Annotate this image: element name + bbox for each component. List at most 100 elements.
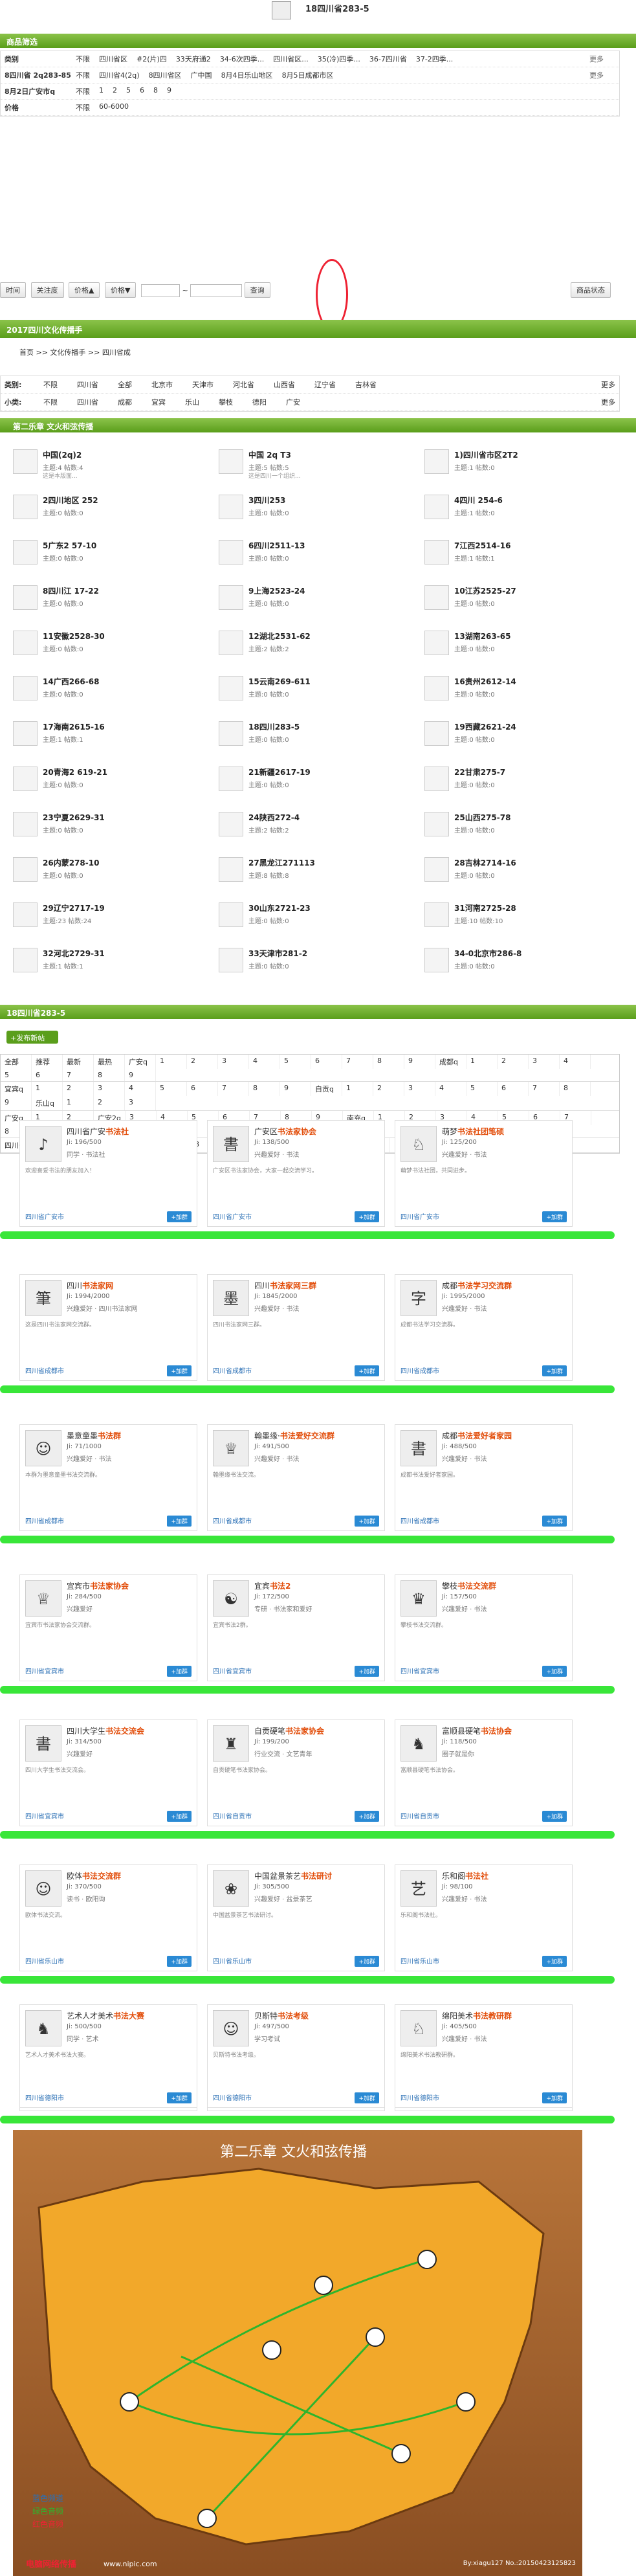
group-card[interactable]: ♞ 艺术人才美术书法大赛 Ji: 500/500 同学 · 艺术 艺术人才美术书法大赛。… <box>19 2004 197 2108</box>
sort-attention-button[interactable]: 关注度 <box>30 282 64 298</box>
subfilter-option[interactable]: 河北省 <box>233 379 254 390</box>
subfilter-option[interactable]: 全部 <box>118 379 132 390</box>
group-card[interactable]: 字成都书法学习交流群 Ji: 1995/2000 兴趣爱好 · 书法 成都书法学习交流… <box>395 1274 573 1381</box>
group-location[interactable]: 四川省乐山市 <box>213 1956 252 1966</box>
forum-cell[interactable]: 27黑龙江271113 主题:8 帖数:8 <box>219 855 419 888</box>
location-cell[interactable]: 3 <box>218 1055 249 1069</box>
subfilter-option[interactable]: 不限 <box>43 379 58 390</box>
forum-cell[interactable]: 11安徽2528-30 主题:0 帖数:0 <box>13 628 214 662</box>
forum-name[interactable]: 11安徽2528-30 <box>43 631 105 642</box>
join-group-button[interactable]: +加群 <box>542 1666 567 1677</box>
forum-cell[interactable]: 12湖北2531-62 主题:2 帖数:2 <box>219 628 419 662</box>
group-location[interactable]: 四川省成都市 <box>213 1365 252 1375</box>
filter-option[interactable]: 8月4日乐山地区 <box>221 70 273 80</box>
forum-cell[interactable]: 26内蒙278-10 主题:0 帖数:0 <box>13 855 214 888</box>
location-cell[interactable]: 6 <box>311 1055 342 1069</box>
subfilter-option[interactable]: 乐山 <box>185 397 199 407</box>
forum-name[interactable]: 19西藏2621-24 <box>454 721 516 732</box>
filter-option[interactable]: 四川省4(2q) <box>99 70 140 80</box>
filter-option[interactable]: 6 <box>140 86 144 96</box>
forum-name[interactable]: 24陕西272-4 <box>248 812 300 823</box>
filter-option[interactable]: 37-2四季... <box>416 54 453 64</box>
location-cell[interactable]: 最新 <box>63 1055 94 1069</box>
forum-name[interactable]: 33天津市281-2 <box>248 948 307 959</box>
location-cell[interactable]: 3 <box>529 1055 560 1069</box>
location-cell[interactable]: 8 <box>94 1069 125 1081</box>
group-title[interactable]: 四川书法家网 <box>67 1280 113 1291</box>
forum-cell[interactable]: 14广西266-68 主题:0 帖数:0 <box>13 673 214 707</box>
join-group-button[interactable]: +加群 <box>167 1211 192 1222</box>
group-location[interactable]: 四川省成都市 <box>400 1516 439 1525</box>
join-group-button[interactable]: +加群 <box>167 1666 192 1677</box>
price-desc-button[interactable]: 价格▼ <box>104 282 137 298</box>
group-title[interactable]: 中国盆景茶艺书法研讨 <box>254 1870 332 1881</box>
subfilter-option[interactable]: 成都 <box>118 397 132 407</box>
group-card[interactable]: ♘ 萌梦书法社团笔硕 Ji: 125/200 兴趣爱好 · 书法 萌梦书法社团，共同进步… <box>395 1120 573 1227</box>
price-max-input[interactable] <box>190 284 243 297</box>
group-location[interactable]: 四川省宜宾市 <box>213 1666 252 1675</box>
forum-cell[interactable]: 20青海2 619-21 主题:0 帖数:0 <box>13 764 214 798</box>
filter-option[interactable]: 8月5日成都市区 <box>282 70 334 80</box>
location-cell[interactable]: 4 <box>560 1055 591 1069</box>
group-card[interactable]: 書成都书法爱好者家园 Ji: 488/500 兴趣爱好 · 书法 成都书法爱好者家园。… <box>395 1424 573 1531</box>
group-card[interactable]: ☯ 宜宾书法2 Ji: 172/500 专研 · 书法家和爱好 宜宾书法2群。 四川省宜宾… <box>207 1574 385 1681</box>
subfilter-option[interactable]: 四川省 <box>77 379 98 390</box>
group-card[interactable]: ♜ 自贡硬笔书法家协会 Ji: 199/200 行业交流 · 文艺青年 自贡硬笔书法家协… <box>207 1719 385 1826</box>
subfilter-option[interactable]: 四川省 <box>77 397 98 407</box>
forum-cell[interactable]: 9上海2523-24 主题:0 帖数:0 <box>219 583 419 616</box>
forum-cell[interactable]: 5广东2 57-10 主题:0 帖数:0 <box>13 537 214 571</box>
group-card[interactable]: 書广安区书法家协会 Ji: 138/500 兴趣爱好 · 书法 广安区书法家协会，大家… <box>207 1120 385 1227</box>
filter-option[interactable]: 广中国 <box>191 70 212 80</box>
group-title[interactable]: 绵阳美术书法教研群 <box>442 2010 512 2021</box>
forum-name[interactable]: 18四川283-5 <box>248 721 300 732</box>
location-cell[interactable]: 自贡q <box>311 1082 342 1096</box>
group-location[interactable]: 四川省广安市 <box>213 1211 252 1221</box>
status-select[interactable]: 商品状态 <box>571 282 611 298</box>
filter-option[interactable]: 34-6次四季... <box>220 54 264 64</box>
filter-option[interactable]: 33天府通2 <box>176 54 211 64</box>
group-title[interactable]: 成都书法爱好者家园 <box>442 1430 512 1441</box>
subfilter-more-link[interactable]: 更多 <box>601 379 615 390</box>
subfilter-option[interactable]: 广安 <box>286 397 300 407</box>
forum-name[interactable]: 10江苏2525-27 <box>454 585 516 596</box>
location-cell[interactable]: 3 <box>125 1096 156 1110</box>
group-location[interactable]: 四川省宜宾市 <box>25 1811 64 1820</box>
group-card[interactable]: ♞ 富顺县硬笔书法协会 Ji: 118/500 圈子就是你 富顺县硬笔书法协会。 四川省自… <box>395 1719 573 1826</box>
forum-cell[interactable]: 31河南2725-28 主题:10 帖数:10 <box>424 900 625 934</box>
price-asc-button[interactable]: 价格▲ <box>69 282 100 298</box>
forum-cell[interactable]: 16贵州2612-14 主题:0 帖数:0 <box>424 673 625 707</box>
forum-name[interactable]: 13湖南263-65 <box>454 631 510 642</box>
group-location[interactable]: 四川省成都市 <box>213 1516 252 1525</box>
location-cell[interactable]: 2 <box>187 1055 218 1069</box>
forum-name[interactable]: 32河北2729-31 <box>43 948 105 959</box>
location-cell[interactable]: 2 <box>94 1096 125 1110</box>
location-cell[interactable]: 8 <box>373 1055 404 1069</box>
group-title[interactable]: 翰墨缘·书法爱好交流群 <box>254 1430 334 1441</box>
forum-name[interactable]: 31河南2725-28 <box>454 902 516 913</box>
forum-cell[interactable]: 29辽宁2717-19 主题:23 帖数:24 <box>13 900 214 934</box>
location-cell[interactable]: 2 <box>63 1082 94 1096</box>
location-cell[interactable]: 最热 <box>94 1055 125 1069</box>
join-group-button[interactable]: +加群 <box>355 2092 379 2103</box>
group-title[interactable]: 欧体书法交流群 <box>67 1870 121 1881</box>
forum-name[interactable]: 4四川 254-6 <box>454 495 503 506</box>
forum-name[interactable]: 25山西275-78 <box>454 812 510 823</box>
forum-cell[interactable]: 1)四川省市区2T2 主题:1 帖数:0 <box>424 447 625 480</box>
group-location[interactable]: 四川省德阳市 <box>400 2092 439 2102</box>
group-card[interactable]: 艺乐和阁书法社 Ji: 98/100 兴趣爱好 · 书法 乐和阁书法社。 四川省乐山市 +… <box>395 1865 573 1971</box>
join-group-button[interactable]: +加群 <box>542 1211 567 1222</box>
location-cell[interactable]: 乐山q <box>32 1096 63 1110</box>
location-cell[interactable]: 3 <box>94 1082 125 1096</box>
subfilter-option[interactable]: 吉林省 <box>355 379 377 390</box>
group-title[interactable]: 四川书法家网三群 <box>254 1280 316 1291</box>
location-cell[interactable]: 5 <box>1 1069 32 1081</box>
group-location[interactable]: 四川省德阳市 <box>213 2092 252 2102</box>
subfilter-option[interactable]: 德阳 <box>252 397 267 407</box>
group-location[interactable]: 四川省广安市 <box>400 1211 439 1221</box>
forum-cell[interactable]: 8四川江 17-22 主题:0 帖数:0 <box>13 583 214 616</box>
location-cell[interactable]: 2 <box>373 1082 404 1096</box>
join-group-button[interactable]: +加群 <box>542 1516 567 1527</box>
breadcrumb[interactable]: 首页 >> 文化传播手 >> 四川省成 <box>19 347 131 357</box>
filter-more-link[interactable] <box>589 86 615 96</box>
forum-name[interactable]: 5广东2 57-10 <box>43 540 96 551</box>
